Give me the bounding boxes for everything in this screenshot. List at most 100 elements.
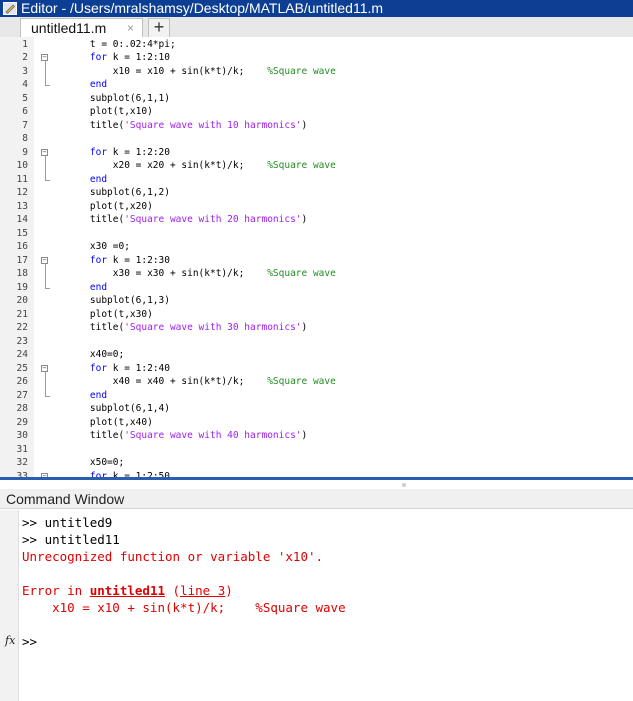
code-line: 33− for k = 1:2:50 xyxy=(0,470,633,478)
keyword-token: end xyxy=(89,79,108,90)
error-line-link[interactable]: line 3 xyxy=(180,583,225,598)
command-window[interactable]: >> untitled9 >> untitled11 Unrecognized … xyxy=(0,510,633,701)
line-number: 3 xyxy=(22,65,28,77)
code-editor[interactable]: 1 t = 0:.02:4*pi; 2− for k = 1:2:10 3 x10 … xyxy=(0,37,633,477)
fold-toggle-icon[interactable]: − xyxy=(41,256,48,264)
code-line: 18 x30 = x30 + sin(k*t)/k; %Square wave xyxy=(0,267,633,281)
command-prompt[interactable]: >> xyxy=(22,634,37,650)
code-text: title('Square wave with 20 harmonics') xyxy=(67,213,307,227)
code-token: title( xyxy=(67,322,125,333)
code-text: for k = 1:2:50 xyxy=(67,470,170,478)
tab-label: untitled11.m xyxy=(31,20,107,36)
line-number: 7 xyxy=(22,119,28,131)
code-line: 26 x40 = x40 + sin(k*t)/k; %Square wave xyxy=(0,375,633,389)
code-line: 23 xyxy=(0,335,633,349)
line-number: 16 xyxy=(16,241,28,252)
fold-guide-line xyxy=(45,155,46,180)
history-line: >> untitled11 xyxy=(22,532,120,547)
code-token: title( xyxy=(67,430,125,441)
code-token: x10 = x10 + sin(k*t)/k; xyxy=(67,65,268,77)
code-text: end xyxy=(67,78,107,92)
code-text: end xyxy=(67,281,107,295)
line-number: 33 xyxy=(16,470,28,478)
code-token: subplot(6,1,4) xyxy=(67,403,170,414)
string-token: 'Square wave with 40 harmonics' xyxy=(124,430,302,441)
code-token: ) xyxy=(301,119,308,131)
code-token: subplot(6,1,1) xyxy=(67,92,170,104)
comment-token: %Square wave xyxy=(267,376,336,387)
fold-toggle-icon[interactable]: − xyxy=(41,148,48,156)
keyword-token: for xyxy=(89,52,108,63)
code-line: 29 plot(t,x40) xyxy=(0,416,633,430)
code-line: 5 subplot(6,1,1) xyxy=(0,92,633,106)
keyword-token: for xyxy=(89,362,108,374)
code-token: x30 =0; xyxy=(67,241,130,252)
fold-toggle-icon[interactable]: − xyxy=(41,54,48,61)
line-number: 1 xyxy=(22,38,28,50)
command-window-gutter xyxy=(0,510,19,701)
code-line: 12 subplot(6,1,2) xyxy=(0,186,633,200)
code-line: 32 x50=0; xyxy=(0,456,633,470)
code-text: for k = 1:2:40 xyxy=(67,362,170,376)
code-line: 9 − for k = 1:2:20 xyxy=(0,146,633,160)
code-text: title('Square wave with 10 harmonics') xyxy=(67,119,307,133)
string-token: 'Square wave with 20 harmonics' xyxy=(124,214,302,225)
code-token: x30 = x30 + sin(k*t)/k; xyxy=(67,268,268,279)
code-text: title('Square wave with 40 harmonics') xyxy=(67,429,307,443)
line-number: 21 xyxy=(16,308,28,320)
command-window-header: Command Window xyxy=(0,489,633,509)
code-line: 1 t = 0:.02:4*pi; xyxy=(0,38,633,52)
code-line: 7 title('Square wave with 10 harmonics') xyxy=(0,119,633,133)
fold-toggle-icon[interactable]: − xyxy=(41,364,48,372)
line-number: 23 xyxy=(16,335,28,347)
line-number: 29 xyxy=(16,416,28,428)
code-text: x10 = x10 + sin(k*t)/k; %Square wave xyxy=(67,65,336,79)
code-text: x30 = x30 + sin(k*t)/k; %Square wave xyxy=(67,267,336,281)
tab-untitled11[interactable]: untitled11.m × xyxy=(20,18,143,37)
error-in-suffix: ) xyxy=(225,583,233,598)
line-number: 24 xyxy=(16,349,28,360)
line-number: 18 xyxy=(16,268,28,279)
keyword-token: end xyxy=(89,173,108,185)
code-line: 24 x40=0; xyxy=(0,348,633,362)
line-number: 19 xyxy=(16,281,28,293)
error-in-sep: ( xyxy=(165,583,181,598)
code-text: x40 = x40 + sin(k*t)/k; %Square wave xyxy=(67,375,336,389)
function-browser-icon[interactable]: fx xyxy=(5,634,15,647)
code-token: x40=0; xyxy=(67,349,125,360)
tab-close-icon[interactable]: × xyxy=(127,19,134,38)
code-token: plot(t,x30) xyxy=(67,308,153,320)
code-line: 15 xyxy=(0,227,633,241)
string-token: 'Square wave with 10 harmonics' xyxy=(124,119,302,131)
history-line: >> untitled9 xyxy=(22,515,113,530)
line-number: 28 xyxy=(16,403,28,414)
code-text: x50=0; xyxy=(67,456,124,470)
code-text: title('Square wave with 30 harmonics') xyxy=(67,321,307,335)
line-number: 17 xyxy=(16,254,28,266)
code-line: 3 x10 = x10 + sin(k*t)/k; %Square wave xyxy=(0,65,633,79)
add-tab-button[interactable]: + xyxy=(148,18,170,37)
comment-token: %Square wave xyxy=(267,160,336,171)
code-text: plot(t,x30) xyxy=(67,308,153,322)
code-text: for k = 1:2:20 xyxy=(67,146,170,160)
code-token: k = 1:2:10 xyxy=(107,52,170,63)
line-number: 11 xyxy=(16,173,28,185)
code-line: 8 xyxy=(0,132,633,146)
fold-guide-line xyxy=(45,371,46,396)
code-text: for k = 1:2:30 xyxy=(67,254,170,268)
error-file-link[interactable]: untitled11 xyxy=(90,583,165,598)
line-number: 32 xyxy=(16,457,28,468)
code-line: 22 title('Square wave with 30 harmonics'… xyxy=(0,321,633,335)
code-line: 14 title('Square wave with 20 harmonics'… xyxy=(0,213,633,227)
splitter-grip-icon xyxy=(402,483,406,487)
code-line: 21 plot(t,x30) xyxy=(0,308,633,322)
line-number: 10 xyxy=(16,160,28,171)
code-line: 16 x30 =0; xyxy=(0,240,633,254)
code-token: title( xyxy=(67,119,125,131)
error-code-line: x10 = x10 + sin(k*t)/k; %Square wave xyxy=(22,600,346,615)
line-number: 8 xyxy=(22,133,28,144)
code-line: 11 end xyxy=(0,173,633,187)
